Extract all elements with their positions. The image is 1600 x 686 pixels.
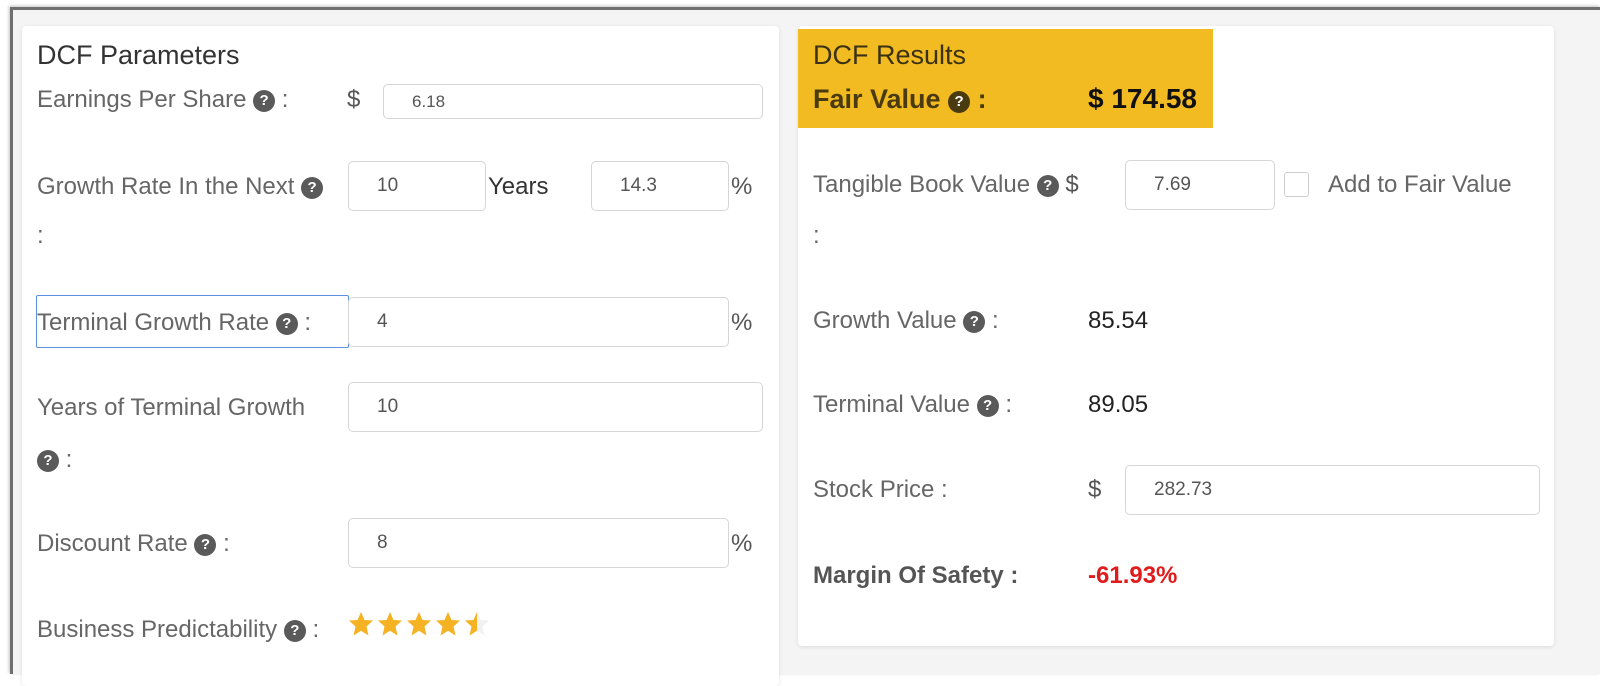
growth-value-amount: 85.54: [1088, 307, 1149, 334]
eps-label-group: Earnings Per Share ? :: [37, 86, 288, 114]
discount-colon: :: [223, 530, 230, 557]
terminal-growth-label-group: Terminal Growth Rate ? :: [37, 309, 311, 337]
fair-value-colon: :: [977, 84, 987, 114]
stock-price-input[interactable]: [1125, 465, 1540, 515]
terminal-years-colon: :: [65, 446, 73, 473]
growth-rate-input[interactable]: [591, 161, 729, 211]
terminal-growth-label: Terminal Growth Rate: [37, 309, 270, 336]
dcf-parameters-panel: [22, 26, 779, 686]
tangible-book-label-group: Tangible Book Value ? $: [813, 171, 1079, 199]
fair-value-label-group: Fair Value ? :: [813, 84, 987, 115]
growth-label-group: Growth Rate In the Next ?: [37, 173, 324, 201]
eps-colon: :: [281, 86, 289, 113]
dcf-results-title: DCF Results: [813, 40, 967, 70]
dcf-parameters-title: DCF Parameters: [37, 40, 240, 70]
tangible-book-label: Tangible Book Value: [813, 171, 1031, 198]
terminal-value-amount: 89.05: [1088, 391, 1149, 418]
terminal-growth-unit: %: [731, 309, 753, 336]
eps-input[interactable]: [383, 84, 763, 119]
help-icon[interactable]: ?: [1036, 175, 1059, 197]
add-to-fair-value-checkbox[interactable]: [1284, 172, 1309, 197]
growth-years-input[interactable]: [348, 161, 486, 211]
growth-value-label: Growth Value: [813, 307, 957, 334]
help-icon[interactable]: ?: [283, 620, 306, 642]
fair-value-amount: $ 174.58: [1088, 83, 1197, 114]
eps-currency: $: [347, 86, 361, 113]
stock-price-label: Stock Price :: [813, 476, 948, 503]
star-icon: [348, 611, 374, 637]
help-icon[interactable]: ?: [253, 90, 276, 112]
terminal-value-colon: :: [1005, 391, 1012, 418]
star-icon: [435, 611, 461, 637]
margin-of-safety-value: -61.93%: [1088, 562, 1178, 589]
tangible-book-currency: $: [1065, 171, 1079, 198]
predictability-colon: :: [312, 616, 320, 643]
tangible-book-input[interactable]: [1125, 160, 1275, 210]
stock-price-currency: $: [1088, 476, 1102, 503]
terminal-value-label: Terminal Value: [813, 391, 970, 418]
help-icon[interactable]: ?: [301, 177, 324, 199]
star-icon: [464, 611, 490, 637]
growth-years-label: Years: [488, 173, 549, 200]
growth-colon: :: [37, 222, 44, 249]
help-icon[interactable]: ?: [963, 311, 986, 333]
terminal-growth-colon: :: [304, 309, 312, 336]
eps-label: Earnings Per Share: [37, 86, 247, 113]
tangible-book-colon: :: [813, 222, 820, 249]
help-icon[interactable]: ?: [37, 450, 59, 472]
margin-of-safety-label: Margin Of Safety :: [813, 562, 1019, 589]
discount-input[interactable]: [348, 518, 729, 568]
add-to-fair-value-label[interactable]: Add to Fair Value: [1328, 171, 1512, 199]
discount-unit: %: [731, 530, 753, 557]
growth-value-label-group: Growth Value ? :: [813, 307, 999, 335]
discount-label-group: Discount Rate ? :: [37, 530, 230, 558]
terminal-value-label-group: Terminal Value ? :: [813, 391, 1012, 419]
help-icon[interactable]: ?: [976, 395, 999, 417]
predictability-label: Business Predictability: [37, 616, 278, 643]
star-icon: [406, 611, 432, 637]
help-icon[interactable]: ?: [948, 91, 971, 113]
help-icon[interactable]: ?: [194, 534, 217, 556]
growth-rate-unit: %: [731, 173, 753, 200]
terminal-years-input[interactable]: [348, 382, 763, 432]
fair-value-label: Fair Value: [813, 84, 941, 114]
star-icon: [377, 611, 403, 637]
growth-value-colon: :: [991, 307, 999, 334]
predictability-label-group: Business Predictability ? :: [37, 616, 319, 644]
terminal-years-label: Years of Terminal Growth: [37, 394, 306, 421]
help-icon[interactable]: ?: [275, 313, 298, 335]
terminal-years-help-group: ? :: [37, 446, 72, 474]
growth-label: Growth Rate In the Next: [37, 173, 295, 200]
discount-label: Discount Rate: [37, 530, 188, 557]
terminal-growth-input[interactable]: [348, 297, 729, 347]
